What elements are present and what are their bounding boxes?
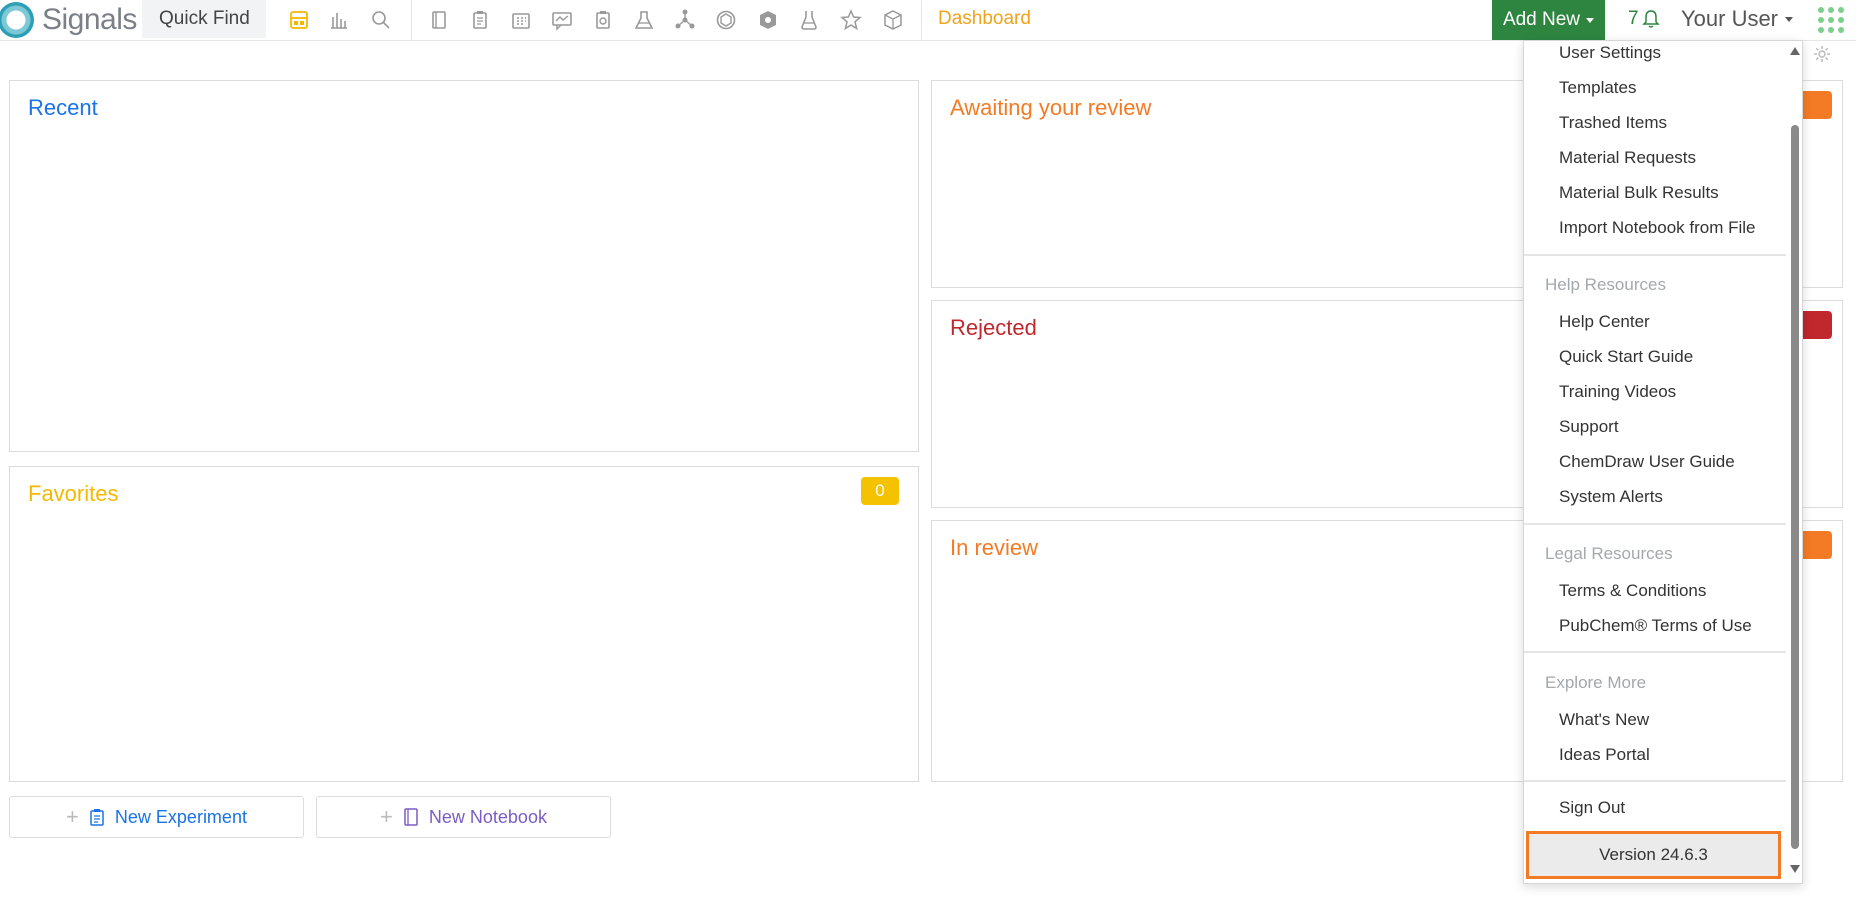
menu-item-templates[interactable]: Templates xyxy=(1559,78,1636,98)
cube-icon[interactable] xyxy=(881,8,905,32)
menu-item-system-alerts[interactable]: System Alerts xyxy=(1559,487,1663,507)
analytics-icon[interactable] xyxy=(327,8,351,32)
top-bar: Signals Quick Find Dashboard Add New 7 Y… xyxy=(0,0,1856,41)
rejected-title: Rejected xyxy=(950,315,1037,340)
search-icon[interactable] xyxy=(369,8,393,32)
breadcrumb-dashboard[interactable]: Dashboard xyxy=(938,0,1031,38)
add-new-button[interactable]: Add New xyxy=(1492,0,1605,40)
menu-item-ideas-portal[interactable]: Ideas Portal xyxy=(1559,745,1650,765)
menu-item-training-videos[interactable]: Training Videos xyxy=(1559,382,1676,402)
menu-item-quick-start-guide[interactable]: Quick Start Guide xyxy=(1559,347,1693,367)
chat-icon[interactable] xyxy=(550,8,574,32)
quick-find-button[interactable]: Quick Find xyxy=(142,0,266,38)
menu-divider xyxy=(1524,254,1786,256)
new-experiment-label: New Experiment xyxy=(114,806,247,827)
app-launcher-icon[interactable] xyxy=(1818,7,1844,33)
clipboard-icon[interactable] xyxy=(591,8,615,32)
menu-item-pubchem-terms[interactable]: PubChem® Terms of Use xyxy=(1559,616,1752,636)
experiment-icon[interactable] xyxy=(468,8,492,32)
new-experiment-button[interactable]: + New Experiment xyxy=(9,796,304,838)
menu-divider xyxy=(1524,651,1786,653)
recent-title: Recent xyxy=(28,95,98,120)
scrollbar-thumb[interactable] xyxy=(1791,125,1799,849)
toolbar-divider xyxy=(411,0,412,40)
chevron-down-icon xyxy=(1586,17,1595,23)
brand[interactable]: Signals xyxy=(0,0,137,40)
notifications-button[interactable]: 7 xyxy=(1628,0,1661,38)
menu-divider xyxy=(1524,523,1786,525)
menu-divider xyxy=(1524,780,1786,782)
new-notebook-button[interactable]: + New Notebook xyxy=(316,796,611,838)
menu-item-help-center[interactable]: Help Center xyxy=(1559,312,1650,332)
notification-count: 7 xyxy=(1628,8,1639,29)
in-review-title: In review xyxy=(950,535,1039,560)
calendar-icon[interactable] xyxy=(509,8,533,32)
menu-item-material-bulk-results[interactable]: Material Bulk Results xyxy=(1559,183,1719,203)
version-label[interactable]: Version 24.6.3 xyxy=(1526,831,1781,879)
dashboard-icon[interactable] xyxy=(287,8,311,32)
favorites-count-badge: 0 xyxy=(861,477,899,505)
chevron-down-icon xyxy=(1785,16,1794,22)
new-notebook-label: New Notebook xyxy=(428,806,547,827)
beaker-icon[interactable] xyxy=(797,8,821,32)
plus-icon: + xyxy=(380,804,393,829)
toolbar-divider xyxy=(921,0,922,40)
menu-item-material-requests[interactable]: Material Requests xyxy=(1559,148,1696,168)
menu-item-trashed-items[interactable]: Trashed Items xyxy=(1559,113,1667,133)
notebook-icon[interactable] xyxy=(427,8,451,32)
gear-icon[interactable] xyxy=(1813,45,1831,63)
notebook-icon xyxy=(404,808,418,826)
menu-item-whats-new[interactable]: What's New xyxy=(1559,710,1649,730)
menu-scrollbar[interactable] xyxy=(1787,41,1802,883)
user-dropdown-menu: User Settings Templates Trashed Items Ma… xyxy=(1523,40,1803,884)
scroll-down-arrow-icon[interactable] xyxy=(1790,865,1800,873)
scroll-up-arrow-icon[interactable] xyxy=(1790,47,1800,55)
menu-item-import-notebook[interactable]: Import Notebook from File xyxy=(1559,218,1756,238)
recent-panel: Recent xyxy=(9,80,919,452)
signals-logo-icon xyxy=(0,2,34,38)
help-resources-header: Help Resources xyxy=(1545,275,1666,294)
menu-item-sign-out[interactable]: Sign Out xyxy=(1559,798,1625,818)
brand-name: Signals xyxy=(42,3,137,36)
add-new-label: Add New xyxy=(1502,9,1581,30)
user-name: Your User xyxy=(1681,6,1779,31)
flask-icon[interactable] xyxy=(632,8,656,32)
menu-item-support[interactable]: Support xyxy=(1559,417,1619,437)
shield-icon[interactable] xyxy=(756,8,780,32)
plus-icon: + xyxy=(66,804,79,829)
legal-resources-header: Legal Resources xyxy=(1545,544,1673,563)
star-icon[interactable] xyxy=(839,8,863,32)
menu-item-user-settings[interactable]: User Settings xyxy=(1559,43,1661,63)
menu-item-chemdraw-user-guide[interactable]: ChemDraw User Guide xyxy=(1559,452,1735,472)
menu-item-terms-conditions[interactable]: Terms & Conditions xyxy=(1559,581,1706,601)
experiment-icon xyxy=(90,809,104,826)
awaiting-review-title: Awaiting your review xyxy=(950,95,1152,120)
favorites-panel: Favorites 0 xyxy=(9,466,919,782)
user-menu-button[interactable]: Your User xyxy=(1681,0,1794,38)
favorites-title: Favorites xyxy=(28,481,119,506)
hexagon-icon[interactable] xyxy=(714,8,738,32)
molecule-icon[interactable] xyxy=(673,8,697,32)
bell-icon xyxy=(1641,10,1660,28)
explore-more-header: Explore More xyxy=(1545,673,1647,692)
